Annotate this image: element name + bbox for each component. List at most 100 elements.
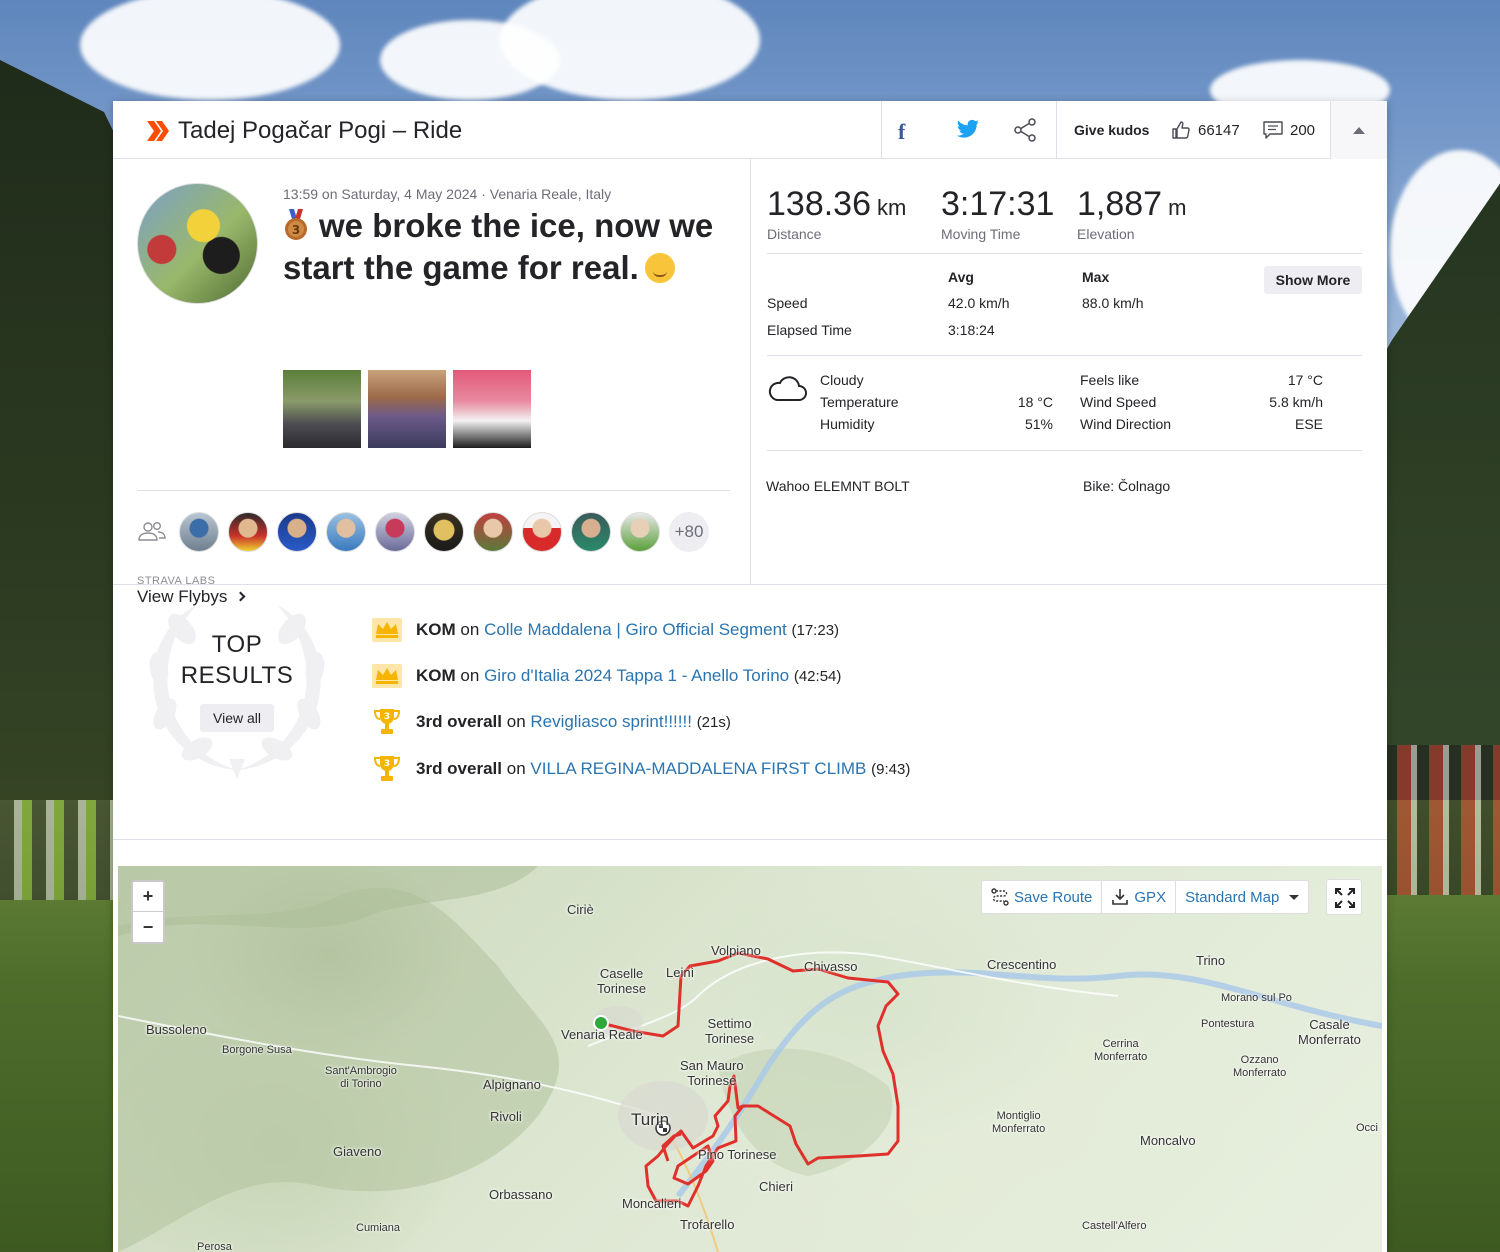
result-on: on — [506, 712, 526, 731]
more-athletes-button[interactable]: +80 — [669, 512, 709, 552]
map-place-label: Pino Torinese — [698, 1147, 777, 1162]
humidity-label: Humidity — [820, 416, 875, 432]
temperature-label: Temperature — [820, 394, 899, 410]
activity-header: Tadej Pogačar Pogi – Ride f Give kudos 6… — [113, 101, 1387, 159]
facebook-icon[interactable]: f — [898, 119, 905, 145]
result-rank: KOM — [416, 666, 456, 685]
comment-icon[interactable] — [1263, 121, 1283, 139]
segment-link[interactable]: Revigliasco sprint!!!!!! — [530, 712, 692, 732]
stat-moving-time: 3:17:31 Moving Time — [941, 185, 1054, 242]
map-place-label: San Mauro Torinese — [680, 1058, 744, 1088]
temperature-value: 18 °C — [1017, 394, 1053, 410]
map-place-label: Leinì — [666, 965, 695, 980]
twitter-icon[interactable] — [956, 119, 980, 141]
share-icon[interactable] — [1013, 118, 1037, 142]
segment-link[interactable]: Colle Maddalena | Giro Official Segment — [484, 620, 787, 640]
athlete-avatar[interactable] — [137, 183, 258, 304]
map-canvas — [118, 866, 1382, 1252]
activity-photo[interactable] — [368, 370, 446, 448]
wind-direction-label: Wind Direction — [1080, 416, 1172, 432]
map-place-label: Perosa — [197, 1241, 232, 1252]
divider — [767, 253, 1362, 254]
crown-icon — [372, 664, 402, 688]
divider — [113, 584, 1387, 585]
map-place-label: Castell'Alfero — [1082, 1220, 1147, 1232]
top-result-item: KOM on Giro d'Italia 2024 Tappa 1 - Anel… — [372, 661, 841, 691]
route-map[interactable]: Ciriè Volpiano Leinì Caselle Torinese Ch… — [118, 866, 1382, 1252]
map-place-label: Cerrina Monferrato — [1094, 1038, 1148, 1063]
strava-labs-label: STRAVA LABS — [137, 575, 216, 587]
map-place-label: Venaria Reale — [561, 1027, 643, 1042]
map-place-label: Alpignano — [483, 1077, 541, 1092]
activity-title: 3 we broke the ice, now we start the gam… — [283, 205, 733, 289]
svg-text:3: 3 — [292, 223, 300, 237]
bronze-medal-icon: 3 — [285, 209, 307, 240]
divider — [137, 490, 730, 491]
athlete-avatar[interactable] — [375, 512, 415, 552]
smirk-emoji-icon — [644, 253, 675, 283]
max-header: Max — [1082, 269, 1110, 285]
segment-link[interactable]: VILLA REGINA-MADDALENA FIRST CLIMB — [530, 759, 866, 779]
riders-left — [0, 800, 115, 900]
athlete-avatar[interactable] — [326, 512, 366, 552]
show-more-button[interactable]: Show More — [1264, 266, 1362, 294]
map-place-label: Settimo Torinese — [705, 1016, 755, 1046]
route-icon — [991, 888, 1009, 906]
map-place-label: Crescentino — [987, 957, 1057, 972]
download-icon — [1112, 889, 1129, 905]
result-rank: KOM — [416, 620, 456, 639]
riders-right — [1385, 745, 1500, 895]
map-place-label: Moncalieri — [622, 1196, 682, 1211]
map-place-label: Pontestura — [1201, 1018, 1255, 1030]
elevation-unit: m — [1168, 195, 1187, 220]
athlete-avatar[interactable] — [473, 512, 513, 552]
stat-elevation: 1,887 m Elevation — [1077, 185, 1186, 242]
map-place-label: Montiglio Monferrato — [992, 1110, 1046, 1135]
activity-photo[interactable] — [283, 370, 361, 448]
map-place-label: Morano sul Po — [1221, 992, 1292, 1004]
result-on: on — [460, 620, 480, 639]
athlete-avatar[interactable] — [228, 512, 268, 552]
athlete-avatar[interactable] — [522, 512, 562, 552]
map-place-label: Trofarello — [680, 1217, 735, 1232]
caret-up-icon — [1353, 127, 1365, 134]
athlete-avatar[interactable] — [424, 512, 464, 552]
map-place-label: Orbassano — [489, 1187, 553, 1202]
kudos-count[interactable]: 66147 — [1198, 122, 1240, 139]
athlete-avatar[interactable] — [277, 512, 317, 552]
zoom-in-button[interactable]: + — [133, 882, 163, 912]
trophy-icon: 3 — [373, 756, 401, 781]
moving-time-label: Moving Time — [941, 226, 1021, 242]
map-place-label: Moncalvo — [1140, 1133, 1196, 1148]
segment-link[interactable]: Giro d'Italia 2024 Tappa 1 - Anello Tori… — [484, 666, 789, 686]
map-place-label: Giaveno — [333, 1144, 382, 1159]
speed-avg: 42.0 km/h — [948, 295, 1010, 311]
activity-summary: 13:59 on Saturday, 4 May 2024 · Venaria … — [113, 159, 751, 606]
strava-chevron-icon — [147, 121, 169, 141]
map-place-label: Casale Monferrato — [1298, 1017, 1361, 1047]
result-time: (17:23) — [791, 621, 840, 639]
map-place-label: Rivoli — [490, 1109, 522, 1124]
weather-condition: Cloudy — [820, 372, 864, 388]
comment-count[interactable]: 200 — [1290, 122, 1315, 139]
map-place-label: Bussoleno — [146, 1022, 207, 1037]
activity-photo[interactable] — [453, 370, 531, 448]
stat-distance: 138.36 km Distance — [767, 185, 906, 242]
map-type-select[interactable]: Standard Map — [1176, 881, 1308, 913]
collapse-button[interactable] — [1330, 101, 1387, 159]
view-all-button[interactable]: View all — [200, 704, 274, 732]
svg-text:3: 3 — [384, 759, 390, 769]
result-rank: 3rd overall — [416, 759, 502, 778]
give-kudos-button[interactable]: Give kudos — [1074, 122, 1149, 138]
wind-speed-value: 5.8 km/h — [1269, 394, 1323, 410]
result-time: (42:54) — [793, 667, 842, 685]
athlete-avatar[interactable] — [179, 512, 219, 552]
thumbs-up-icon[interactable] — [1171, 120, 1191, 140]
fullscreen-button[interactable] — [1326, 879, 1362, 915]
gpx-download-button[interactable]: GPX — [1102, 881, 1177, 913]
zoom-out-button[interactable]: − — [133, 912, 163, 942]
result-time: (9:43) — [871, 760, 911, 778]
athlete-avatar[interactable] — [620, 512, 660, 552]
save-route-button[interactable]: Save Route — [982, 881, 1103, 913]
athlete-avatar[interactable] — [571, 512, 611, 552]
